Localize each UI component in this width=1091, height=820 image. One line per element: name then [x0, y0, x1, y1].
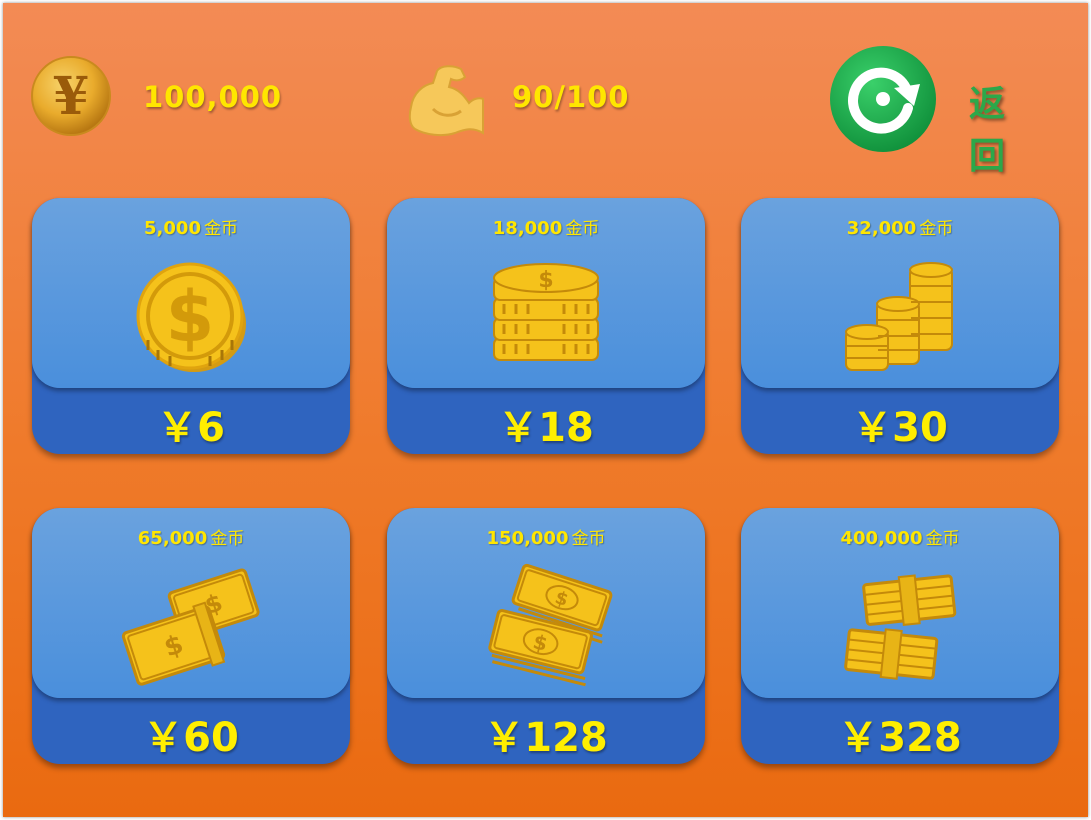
flexed-arm-icon	[408, 65, 484, 137]
coin-stacks-icon	[845, 262, 953, 371]
pack-card[interactable]: 32,000 金币 ￥30	[741, 198, 1059, 454]
svg-text:$: $	[538, 268, 553, 293]
pack-card[interactable]: 18,000 金币 $ ￥18	[387, 198, 705, 454]
pack-card[interactable]: 5,000 金币 $ ￥6	[32, 198, 350, 454]
shop-screen: ¥ 100,000 90/100 返回 5,000 金币 $ ￥6 18,000…	[3, 3, 1088, 817]
coin-stack-icon: $	[493, 263, 599, 361]
pack-card-top: 150,000 金币 $ $	[387, 508, 705, 698]
cash-bricks-icon	[844, 574, 957, 680]
coin-balance-value: 100,000	[143, 80, 283, 114]
pack-price-button[interactable]: ￥30	[741, 395, 1059, 453]
yen-coin-icon: ¥	[31, 56, 111, 136]
pack-card[interactable]: 150,000 金币 $ $ ￥128	[387, 508, 705, 764]
back-button-label[interactable]: 返回	[969, 75, 1007, 179]
pack-card-top: 400,000 金币	[741, 508, 1059, 698]
cash-bundles-icon: $ $	[121, 568, 260, 686]
pack-card-top: 5,000 金币 $	[32, 198, 350, 388]
pack-card[interactable]: 65,000 金币 $ $ ￥60	[32, 508, 350, 764]
single-dollar-coin-icon: $	[136, 262, 246, 372]
pack-price-button[interactable]: ￥18	[387, 395, 705, 453]
pack-card-top: 65,000 金币 $ $	[32, 508, 350, 698]
svg-text:$: $	[166, 276, 215, 358]
pack-card[interactable]: 400,000 金币 ￥328	[741, 508, 1059, 764]
pack-price-button[interactable]: ￥128	[387, 705, 705, 763]
energy-value: 90/100	[512, 80, 630, 114]
cash-pile-icon: $ $	[488, 563, 613, 687]
refresh-return-icon[interactable]	[828, 44, 938, 154]
pack-card-top: 18,000 金币 $	[387, 198, 705, 388]
pack-price-button[interactable]: ￥328	[741, 705, 1059, 763]
pack-price-button[interactable]: ￥60	[32, 705, 350, 763]
pack-card-top: 32,000 金币	[741, 198, 1059, 388]
pack-price-button[interactable]: ￥6	[32, 395, 350, 453]
svg-text:¥: ¥	[53, 66, 89, 127]
